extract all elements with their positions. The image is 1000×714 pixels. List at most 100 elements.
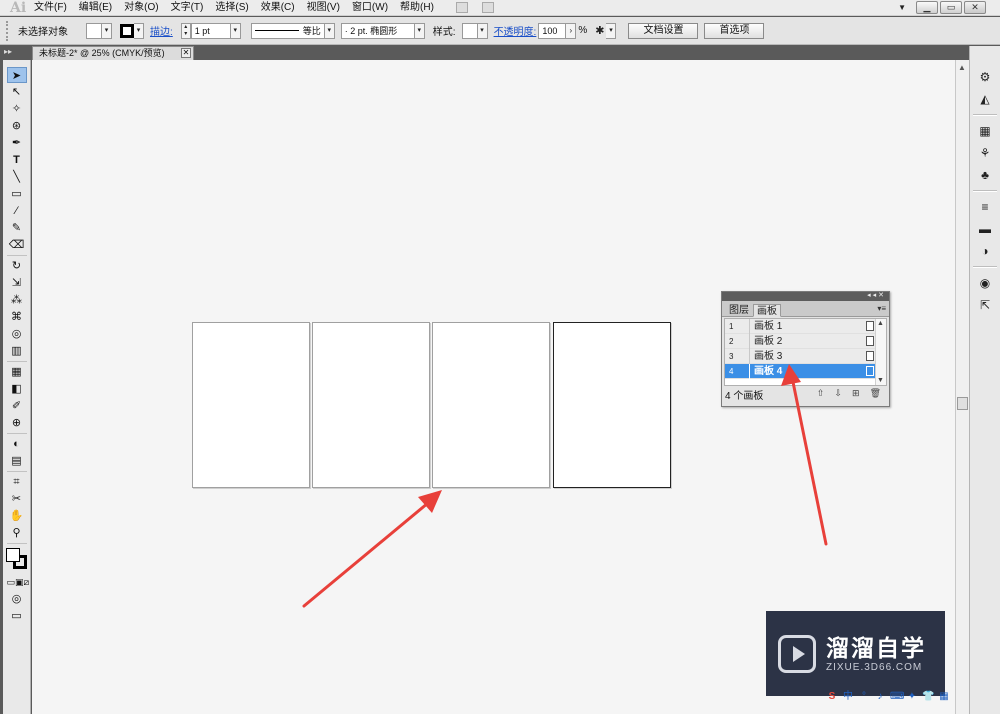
opacity-slider-arrow[interactable]: ›	[566, 22, 577, 39]
ime-grid-icon[interactable]: ▦	[938, 691, 950, 703]
brush-field[interactable]: · 2 pt. 椭圆形	[340, 22, 415, 39]
stroke-swatch[interactable]	[120, 23, 134, 38]
ime-s-icon[interactable]: S	[826, 691, 838, 703]
opacity-field[interactable]: 100	[538, 22, 567, 39]
artboard-tool-icon[interactable]: ⌗	[7, 474, 27, 490]
arrange-documents-icon[interactable]	[481, 2, 494, 13]
mesh-tool-icon[interactable]: ▦	[7, 364, 27, 380]
preferences-button[interactable]: 首选项	[704, 22, 765, 39]
brushes-icon[interactable]: ⚘	[975, 144, 995, 162]
stroke-weight-dropdown[interactable]: ▾	[230, 22, 241, 39]
style-dropdown[interactable]: ▾	[477, 22, 488, 39]
artboard-row-1[interactable]: 1 画板 1	[725, 318, 886, 334]
artboard-3[interactable]	[432, 322, 550, 488]
ime-keyboard-icon[interactable]: ⌨	[890, 691, 904, 703]
ime-mic-icon[interactable]: ♪	[874, 691, 886, 703]
swatches-icon[interactable]: ▦	[975, 122, 995, 140]
scroll-thumb[interactable]	[957, 397, 968, 410]
eraser-tool-icon[interactable]: ⌫	[7, 237, 27, 253]
paintbrush-tool-icon[interactable]: ∕	[7, 203, 27, 219]
menu-help[interactable]: 帮助(H)	[394, 0, 440, 16]
selection-tool-icon[interactable]: ➤	[6, 67, 27, 83]
shape-builder-tool-icon[interactable]: ◎	[7, 326, 27, 342]
workspace-dropdown-icon[interactable]: ▼	[898, 3, 906, 12]
document-tab[interactable]: 未标题-2* @ 25% (CMYK/预览) ✕	[32, 46, 194, 60]
control-bar-grip[interactable]	[6, 20, 10, 41]
menu-edit[interactable]: 编辑(E)	[73, 0, 118, 16]
transparency-panel-icon[interactable]: ◑	[975, 242, 995, 260]
menu-object[interactable]: 对象(O)	[118, 0, 164, 16]
hand-tool-icon[interactable]: ✋	[7, 508, 27, 524]
recolor-dropdown[interactable]: ▾	[606, 22, 617, 39]
free-transform-tool-icon[interactable]: ⌘	[7, 309, 27, 325]
menu-effect[interactable]: 效果(C)	[255, 0, 301, 16]
move-up-icon[interactable]: ⇧	[817, 388, 825, 399]
ime-skin-icon[interactable]: ✦	[906, 691, 918, 703]
restore-button[interactable]: ▭	[940, 1, 962, 14]
warp-tool-icon[interactable]: ⁂	[7, 292, 27, 308]
panel-scroll-up-icon[interactable]: ▲	[877, 320, 884, 327]
vertical-scrollbar[interactable]: ▲	[955, 60, 969, 714]
move-down-icon[interactable]: ⇩	[834, 388, 842, 399]
panel-menu-icon[interactable]: ▾≡	[877, 304, 886, 313]
perspective-grid-tool-icon[interactable]: ▥	[7, 343, 27, 359]
artboard-options-icon[interactable]	[866, 336, 874, 346]
draw-mode-icon[interactable]: ◎	[7, 591, 27, 607]
scale-tool-icon[interactable]: ⇲	[7, 275, 27, 291]
artboard-options-icon[interactable]	[866, 351, 874, 361]
panel-scrollbar[interactable]: ▲ ▼	[875, 319, 886, 385]
color-guide-icon[interactable]: ◭	[975, 90, 995, 108]
eyedropper-tool-icon[interactable]: ✐	[7, 398, 27, 414]
artboard-row-3[interactable]: 3 画板 3	[725, 348, 886, 364]
rotate-tool-icon[interactable]: ↻	[7, 258, 27, 274]
zoom-tool-icon[interactable]: ⚲	[7, 525, 27, 541]
fill-dropdown[interactable]: ▾	[102, 22, 112, 39]
color-mode-icons[interactable]: ▭▣⧄	[7, 574, 30, 590]
appearance-panel-icon[interactable]: ◉	[975, 274, 995, 292]
delete-artboard-icon[interactable]: 🗑	[870, 388, 881, 399]
rectangle-tool-icon[interactable]: ▭	[7, 186, 27, 202]
symbol-sprayer-tool-icon[interactable]: ◐	[7, 436, 27, 452]
menu-file[interactable]: 文件(F)	[28, 0, 73, 16]
fill-stroke-control[interactable]	[5, 548, 28, 570]
type-tool-icon[interactable]: T	[7, 152, 27, 168]
ime-punct-icon[interactable]: °	[858, 691, 870, 703]
minimize-button[interactable]: ▁	[916, 1, 938, 14]
panel-titlebar[interactable]: ◂◂✕	[722, 292, 889, 301]
magic-wand-tool-icon[interactable]: ✧	[7, 101, 27, 117]
fill-color-box[interactable]	[5, 548, 20, 562]
lasso-tool-icon[interactable]: ⊛	[7, 118, 27, 134]
menu-type[interactable]: 文字(T)	[165, 0, 210, 16]
artboard-1[interactable]	[192, 322, 310, 488]
document-setup-button[interactable]: 文档设置	[628, 22, 699, 39]
blend-tool-icon[interactable]: ⊕	[7, 415, 27, 431]
stroke-dropdown[interactable]: ▾	[134, 22, 144, 39]
panel-collapse-close-icons[interactable]: ◂◂✕	[867, 291, 886, 299]
graphic-styles-icon[interactable]: ⇱	[975, 296, 995, 314]
screen-mode-icon[interactable]: ▭	[7, 608, 27, 624]
stroke-panel-icon[interactable]: ≡	[975, 198, 995, 216]
bridge-icon[interactable]	[455, 2, 468, 13]
brush-dropdown[interactable]: ▾	[414, 22, 425, 39]
artboard-2[interactable]	[312, 322, 430, 488]
style-swatch[interactable]	[461, 22, 478, 39]
menu-view[interactable]: 视图(V)	[301, 0, 346, 16]
stroke-label-link[interactable]: 描边:	[150, 23, 173, 38]
stroke-weight-spinner[interactable]: ▴ ▾	[180, 22, 191, 39]
pencil-tool-icon[interactable]: ✎	[7, 220, 27, 236]
artboard-4[interactable]	[553, 322, 671, 488]
stroke-profile-field[interactable]: 等比	[250, 22, 325, 39]
menu-select[interactable]: 选择(S)	[209, 0, 254, 16]
line-tool-icon[interactable]: ╲	[7, 169, 27, 185]
fill-swatch[interactable]	[86, 22, 102, 39]
pen-tool-icon[interactable]: ✒	[7, 135, 27, 151]
document-tab-close-icon[interactable]: ✕	[181, 48, 191, 58]
panel-scroll-down-icon[interactable]: ▼	[877, 377, 884, 384]
scroll-up-icon[interactable]: ▲	[958, 63, 966, 72]
stroke-weight-field[interactable]: 1 pt	[190, 22, 231, 39]
symbols-icon[interactable]: ♣	[975, 166, 995, 184]
tab-layers[interactable]: 图层	[725, 303, 753, 316]
collapse-toolbox-icon[interactable]: ▸▸	[4, 47, 12, 56]
opacity-label-link[interactable]: 不透明度:	[494, 23, 537, 38]
ime-shirt-icon[interactable]: 👕	[922, 691, 934, 703]
